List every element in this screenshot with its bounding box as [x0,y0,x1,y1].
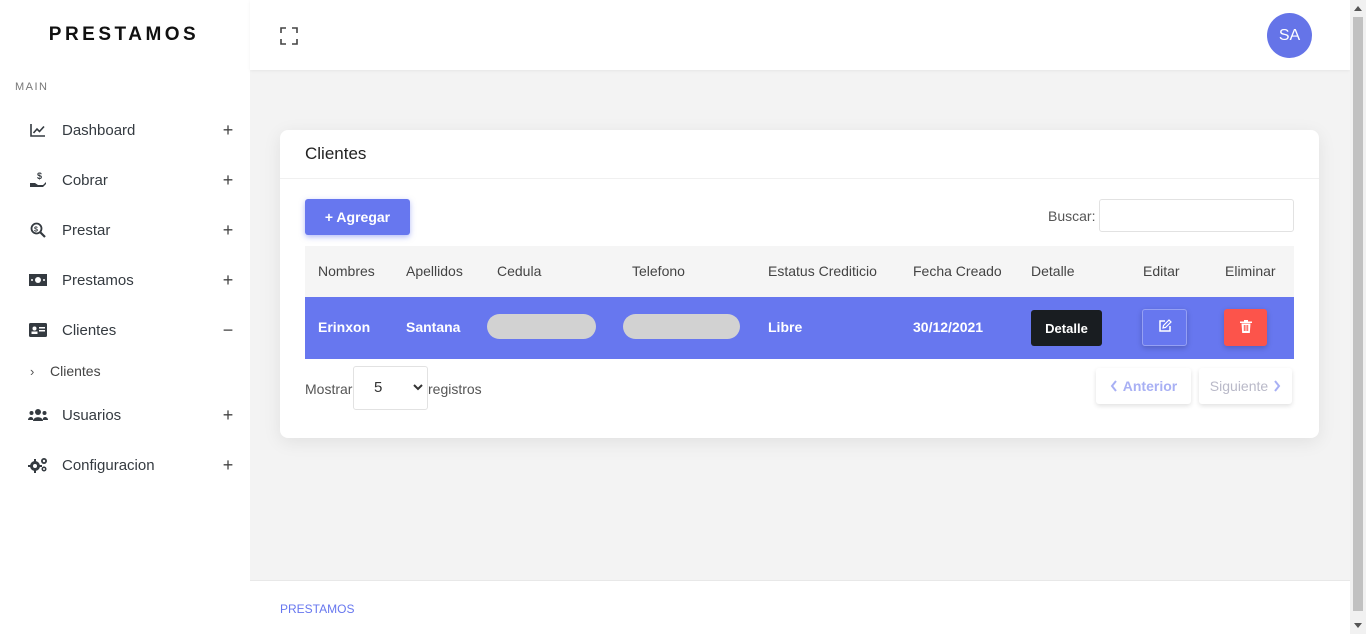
table-row: Erinxon Santana Libre 30/12/2021 Detalle [305,297,1294,359]
clientes-card: Clientes + Agregar Buscar: Nombres Apell… [280,130,1319,438]
plus-icon: + [222,454,234,475]
scroll-up-icon[interactable] [1353,3,1363,13]
chevron-left-icon [1110,380,1118,392]
column-header[interactable]: Nombres [318,263,375,279]
next-page-button[interactable]: Siguiente [1199,368,1292,404]
next-page-label: Siguiente [1209,378,1269,394]
cell-apellidos: Santana [406,319,461,335]
column-header[interactable]: Telefono [632,263,685,279]
page-size-value: 5 [374,379,383,396]
sidebar-item-usuarios[interactable]: Usuarios + [0,390,250,440]
sidebar-subitem-clientes[interactable]: › Clientes [0,356,250,386]
svg-text:$: $ [37,171,42,181]
chart-line-icon [28,120,48,140]
plus-icon: + [222,119,234,140]
sidebar: PRESTAMOS MAIN Dashboard + $ Cobrar + $ … [0,0,250,634]
sidebar-item-configuracion[interactable]: Configuracion + [0,440,250,490]
delete-button[interactable] [1224,309,1267,346]
cell-fecha: 30/12/2021 [913,319,984,335]
edit-icon [1158,319,1172,336]
plus-icon: + [222,219,234,240]
prev-page-label: Anterior [1122,378,1178,394]
users-icon [28,405,48,425]
sidebar-item-prestar[interactable]: $ Prestar + [0,205,250,255]
scrollbar[interactable] [1350,0,1366,634]
footer: PRESTAMOS [250,580,1350,634]
sidebar-item-label: Prestamos [62,271,134,289]
chevron-down-icon [412,380,424,398]
column-header[interactable]: Cedula [497,263,541,279]
column-header[interactable]: Editar [1143,263,1180,279]
minus-icon: − [222,319,234,340]
column-header[interactable]: Fecha Creado [913,263,1002,279]
cell-telefono-redacted [623,314,740,339]
svg-text:$: $ [34,227,38,234]
plus-icon: + [222,269,234,290]
card-divider [280,178,1319,179]
sidebar-item-label: Clientes [62,321,117,339]
avatar[interactable]: SA [1267,13,1312,58]
sidebar-item-prestamos[interactable]: Prestamos + [0,255,250,305]
registros-label: registros [428,381,482,397]
column-header[interactable]: Estatus Crediticio [768,263,877,279]
search-input[interactable] [1099,199,1294,232]
column-header[interactable]: Eliminar [1225,263,1276,279]
cogs-icon [28,455,48,475]
show-label: Mostrar [305,381,353,397]
plus-icon: + [222,404,234,425]
scroll-down-icon[interactable] [1353,621,1363,631]
column-header[interactable]: Detalle [1031,263,1075,279]
add-client-button[interactable]: + Agregar [305,199,410,235]
column-header[interactable]: Apellidos [406,263,463,279]
cell-estatus: Libre [768,319,803,335]
table-header: Nombres Apellidos Cedula Telefono Estatu… [305,246,1294,297]
search-dollar-icon: $ [28,220,48,240]
trash-icon [1239,319,1252,336]
chevron-right-icon: › [30,363,35,379]
sidebar-subitem-label: Clientes [50,363,101,379]
sidebar-item-label: Prestar [62,221,111,239]
sidebar-item-dashboard[interactable]: Dashboard + [0,105,250,155]
hand-holding-usd-icon: $ [28,170,48,190]
card-title: Clientes [305,144,367,163]
search-label: Buscar: [1048,208,1096,224]
fullscreen-icon[interactable] [280,27,298,45]
detail-button[interactable]: Detalle [1031,310,1102,346]
id-card-icon [28,320,48,340]
footer-text[interactable]: PRESTAMOS [280,602,354,616]
cell-cedula-redacted [487,314,596,339]
prev-page-button[interactable]: Anterior [1096,368,1191,404]
section-label-main: MAIN [15,81,49,93]
sidebar-item-label: Configuracion [62,456,155,474]
topbar: SA [250,0,1350,70]
brand-logo[interactable]: PRESTAMOS [0,0,250,70]
sidebar-item-clientes[interactable]: Clientes − [0,305,250,355]
sidebar-item-label: Cobrar [62,171,108,189]
money-bill-icon [28,270,48,290]
sidebar-item-cobrar[interactable]: $ Cobrar + [0,155,250,205]
scroll-thumb[interactable] [1353,17,1363,611]
cell-nombres: Erinxon [318,319,371,335]
sidebar-item-label: Dashboard [62,121,136,139]
plus-icon: + [222,169,234,190]
chevron-right-icon [1273,380,1281,392]
edit-button[interactable] [1142,309,1187,346]
sidebar-item-label: Usuarios [62,406,122,424]
page-size-select[interactable]: 5 [353,366,428,410]
